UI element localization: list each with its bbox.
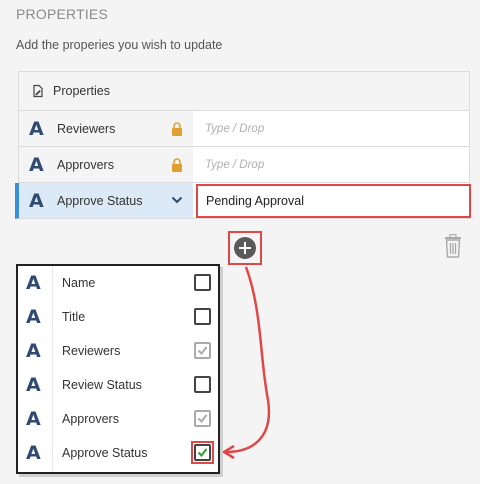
text-type-icon: A (26, 340, 41, 362)
properties-table-header: Properties (19, 72, 469, 111)
property-row-reviewers[interactable]: A Reviewers Type / Drop (19, 111, 469, 147)
section-title: PROPERTIES (16, 6, 108, 22)
text-type-icon: A (26, 272, 41, 294)
dropdown-item-label: Approve Status (62, 446, 148, 460)
dropdown-item-label: Approvers (62, 412, 119, 426)
property-label: Approvers (57, 157, 114, 172)
checkmark-icon (197, 414, 208, 424)
plus-circle-icon (234, 237, 256, 259)
dropdown-item-label: Title (62, 310, 86, 324)
text-type-icon: A (29, 153, 44, 176)
checkbox-unchecked[interactable] (194, 376, 211, 393)
approve-status-value-input[interactable]: Pending Approval (196, 184, 471, 218)
text-type-icon: A (26, 306, 41, 328)
text-type-icon: A (26, 374, 41, 396)
property-row-approvers[interactable]: A Approvers Type / Drop (19, 147, 469, 183)
property-label: Reviewers (57, 121, 116, 136)
dropdown-item-label: Reviewers (62, 344, 121, 358)
dropdown-item-title[interactable]: A Title (18, 300, 218, 334)
trash-icon[interactable] (444, 234, 462, 258)
checkbox-checked-disabled (194, 342, 211, 359)
checkbox-checked[interactable] (194, 444, 211, 461)
dropdown-item-name[interactable]: A Name (18, 266, 218, 300)
property-value-input[interactable]: Type / Drop (193, 111, 469, 146)
property-row-approve-status[interactable]: A Approve Status Pending Approval (15, 183, 471, 219)
lock-icon (172, 158, 182, 172)
text-type-icon: A (29, 189, 44, 212)
value-placeholder: Type / Drop (205, 122, 265, 135)
property-picker-dropdown: A Name A Title A Reviewers A Review Stat… (16, 264, 220, 474)
chevron-down-icon[interactable] (171, 195, 183, 205)
dropdown-item-label: Review Status (62, 378, 142, 392)
section-description: Add the properies you wish to update (16, 38, 223, 52)
dropdown-item-review-status[interactable]: A Review Status (18, 368, 218, 402)
checkmark-icon (197, 346, 208, 356)
property-label: Approve Status (57, 193, 143, 208)
checkmark-icon (197, 448, 208, 458)
checkbox-unchecked[interactable] (194, 308, 211, 325)
dropdown-item-label: Name (62, 276, 96, 290)
text-type-icon: A (26, 442, 41, 464)
dropdown-item-approvers[interactable]: A Approvers (18, 402, 218, 436)
document-edit-icon (33, 84, 43, 98)
dropdown-item-reviewers[interactable]: A Reviewers (18, 334, 218, 368)
dropdown-item-approve-status[interactable]: A Approve Status (18, 436, 218, 470)
properties-header-label: Properties (53, 84, 110, 98)
add-property-button[interactable] (228, 231, 262, 265)
properties-table: Properties A Reviewers Type / Drop A App… (15, 71, 471, 219)
lock-icon (172, 122, 182, 136)
property-value-input[interactable]: Type / Drop (193, 147, 469, 182)
text-type-icon: A (26, 408, 41, 430)
checkbox-unchecked[interactable] (194, 274, 211, 291)
text-type-icon: A (29, 117, 44, 140)
checkbox-checked-disabled (194, 410, 211, 427)
value-placeholder: Type / Drop (205, 158, 265, 171)
